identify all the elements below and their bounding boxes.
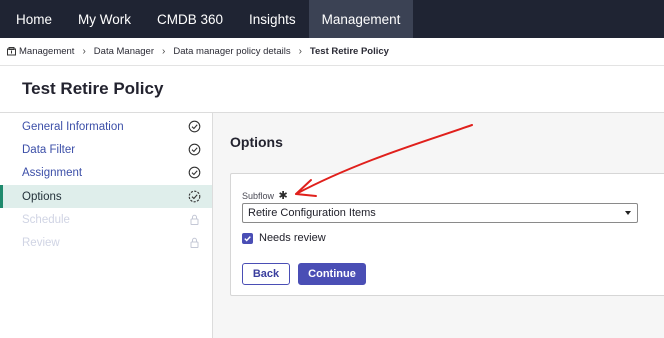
main-content: Options Subflow ✱ Retire Configuration I… [213,113,664,338]
required-icon: ✱ [278,190,288,202]
step-general-information[interactable]: General Information [0,115,212,138]
breadcrumb-management[interactable]: Management [19,46,74,57]
subflow-select[interactable]: Retire Configuration Items [242,203,638,223]
page-header: Test Retire Policy [0,66,664,113]
check-circle-icon [188,120,201,133]
nav-insights[interactable]: Insights [236,0,309,38]
nav-home[interactable]: Home [0,0,65,38]
check-circle-icon [188,143,201,156]
chevron-right-icon: › [298,46,302,57]
needs-review-row: Needs review [242,232,326,244]
nav-cmdb-360[interactable]: CMDB 360 [144,0,236,38]
step-label: Schedule [22,213,70,226]
step-data-filter[interactable]: Data Filter [0,138,212,161]
management-icon [7,47,16,56]
step-label: Options [22,190,62,203]
check-circle-dashed-icon [188,190,201,203]
checkmark-icon [244,235,251,242]
continue-button[interactable]: Continue [298,263,366,285]
step-label: Assignment [22,166,83,179]
needs-review-checkbox[interactable] [242,232,253,244]
breadcrumb-policy-details[interactable]: Data manager policy details [173,46,290,57]
step-assignment[interactable]: Assignment [0,161,212,184]
section-title: Options [230,134,283,150]
step-options[interactable]: Options [0,185,212,208]
step-review: Review [0,231,212,254]
steps-sidebar: General Information Data Filter Assignme… [0,113,213,338]
options-card: Subflow ✱ Retire Configuration Items Nee… [230,173,664,296]
subflow-select-value: Retire Configuration Items [248,207,376,219]
top-navigation: Home My Work CMDB 360 Insights Managemen… [0,0,664,38]
page-title: Test Retire Policy [22,79,164,98]
chevron-right-icon: › [82,46,86,57]
step-schedule: Schedule [0,208,212,231]
step-label: General Information [22,120,124,133]
subflow-label-text: Subflow [242,191,275,201]
step-label: Review [22,236,60,249]
needs-review-label: Needs review [259,232,326,244]
breadcrumb: Management › Data Manager › Data manager… [0,38,664,66]
breadcrumb-data-manager[interactable]: Data Manager [94,46,154,57]
nav-management[interactable]: Management [308,0,414,38]
step-label: Data Filter [22,143,76,156]
caret-down-icon [625,211,631,215]
lock-icon [190,237,199,248]
lock-icon [190,214,199,225]
check-circle-icon [188,166,201,179]
breadcrumb-current: Test Retire Policy [309,46,389,57]
subflow-label: Subflow ✱ [242,189,288,202]
chevron-right-icon: › [162,46,166,57]
back-button[interactable]: Back [242,263,290,285]
nav-my-work[interactable]: My Work [65,0,144,38]
